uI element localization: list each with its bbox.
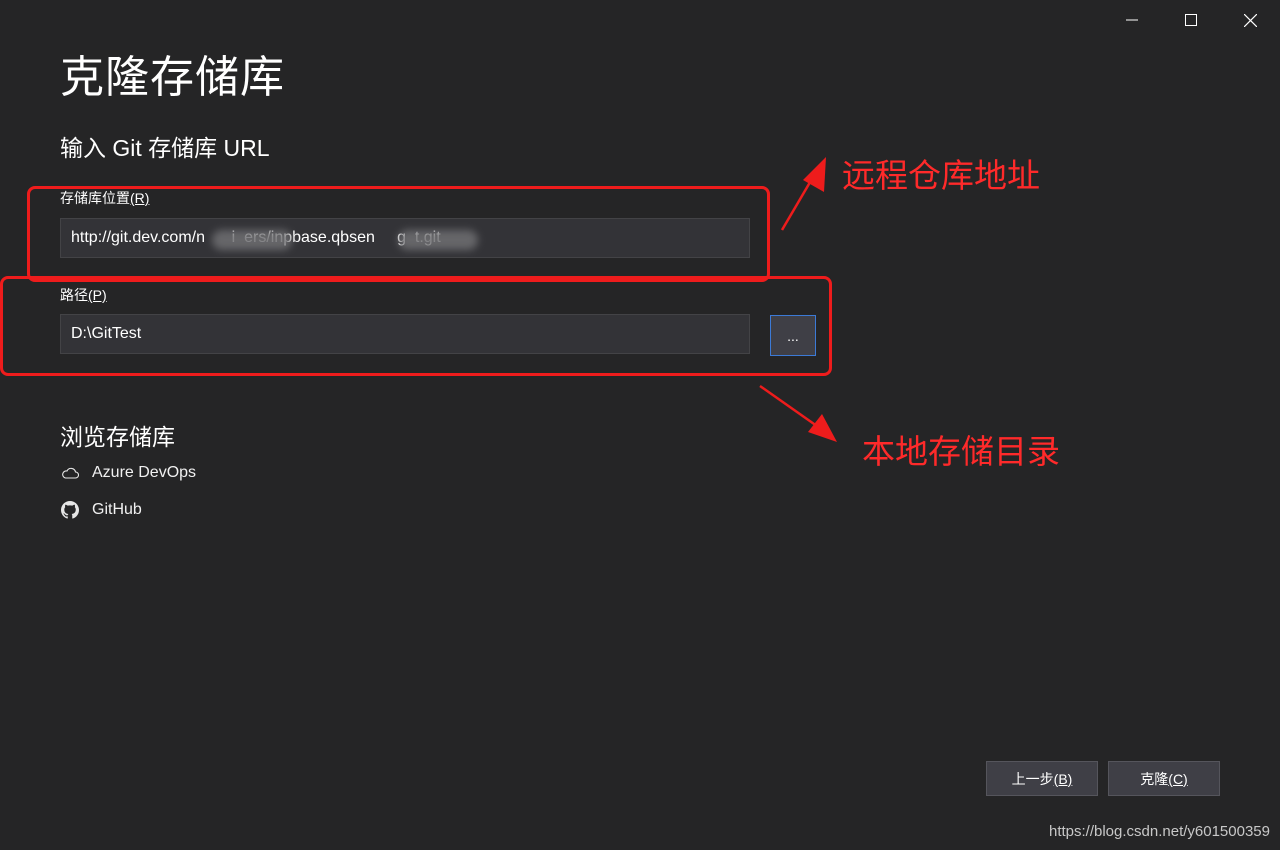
annotation-remote-text: 远程仓库地址 [842, 157, 1040, 194]
arrow-local-head [808, 414, 837, 442]
cloud-icon [60, 463, 80, 483]
browse-section-title: 浏览存储库 [60, 424, 175, 450]
annotation-local-text: 本地存储目录 [862, 433, 1060, 470]
back-button-label: 上一步 [1011, 770, 1054, 787]
back-button-access-key: (B) [1053, 770, 1073, 787]
github-icon [60, 500, 80, 520]
clone-button-access-key: (C) [1168, 770, 1188, 787]
browse-item-github[interactable]: GitHub [60, 498, 142, 522]
browse-item-label: Azure DevOps [92, 464, 197, 481]
clone-button-label: 克隆 [1140, 770, 1169, 787]
watermark: https://blog.csdn.net/y601500359 [1048, 823, 1270, 840]
back-button[interactable]: 上一步 (B) [986, 761, 1098, 796]
browse-item-label: GitHub [92, 501, 142, 518]
annotation-arrows [759, 157, 837, 442]
browse-item-azure-devops[interactable]: Azure DevOps [60, 461, 196, 485]
clone-button[interactable]: 克隆 (C) [1108, 761, 1220, 796]
